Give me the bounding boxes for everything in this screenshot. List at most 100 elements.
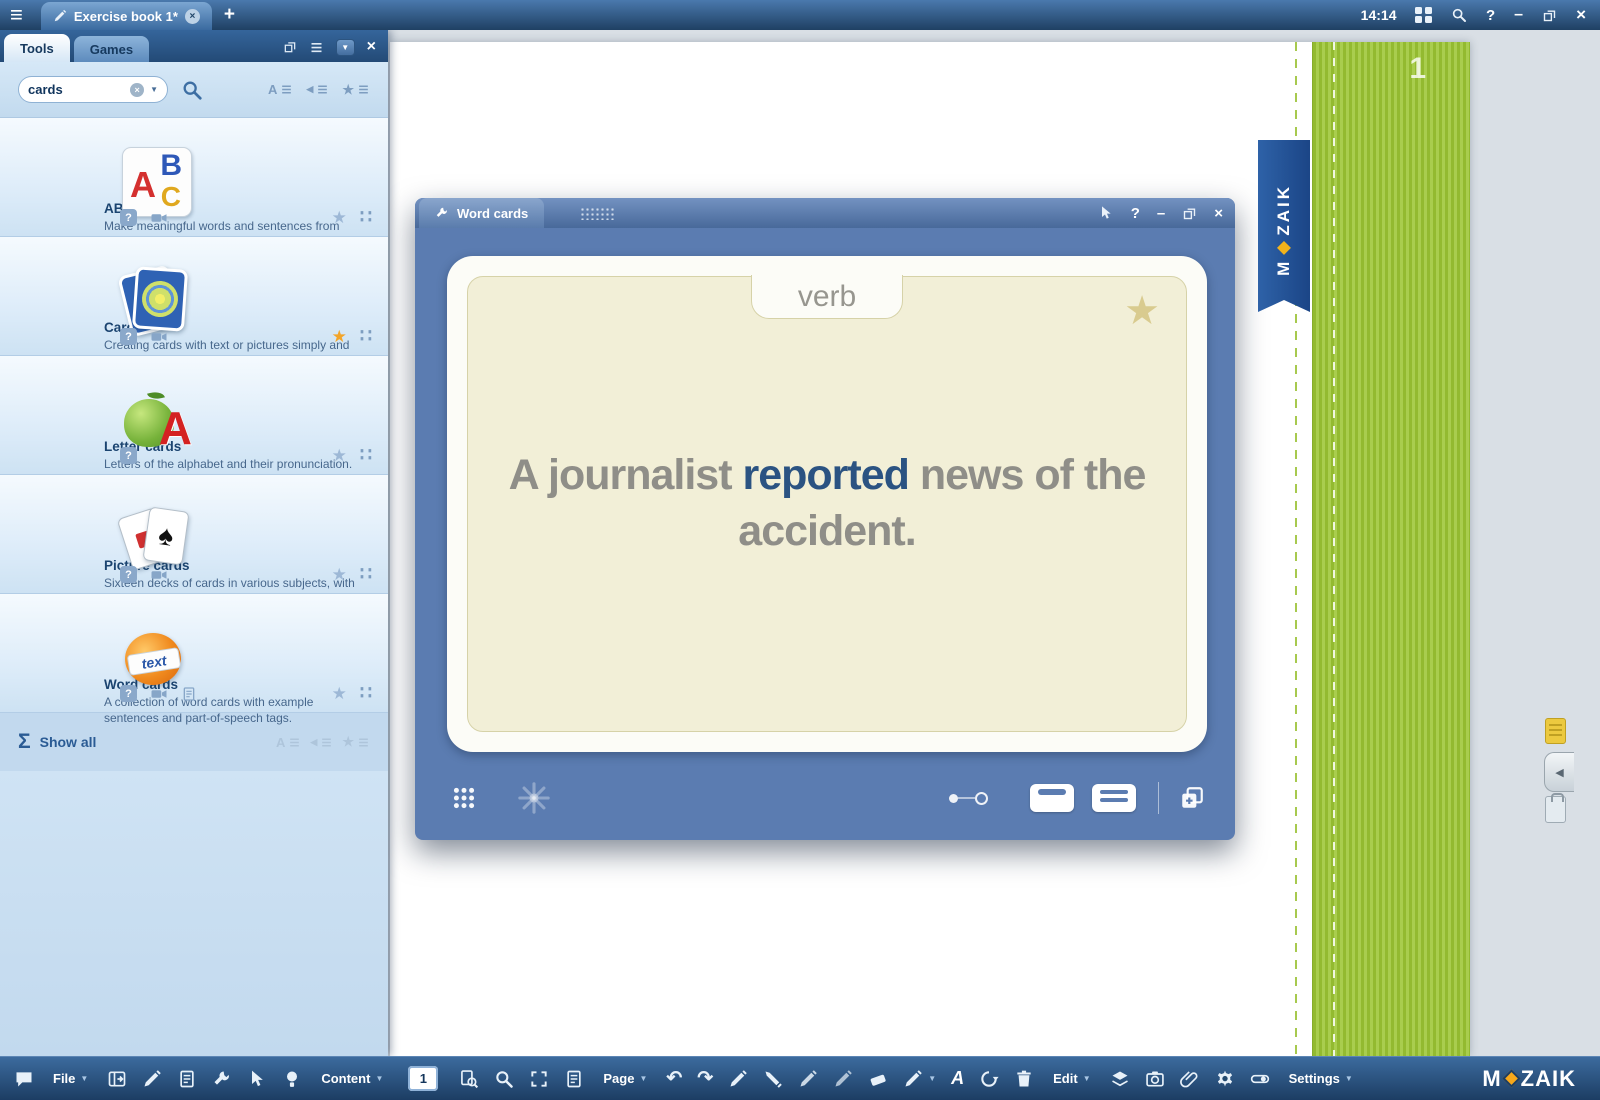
pointer-mode-icon[interactable] bbox=[1098, 205, 1114, 221]
close-panel-icon[interactable]: × bbox=[367, 38, 376, 56]
global-search-icon[interactable] bbox=[1451, 7, 1467, 23]
open-variants-icon[interactable]: ∷ bbox=[360, 208, 372, 227]
sort-type-icon[interactable]: ◀ bbox=[306, 83, 329, 96]
attachment-icon[interactable] bbox=[1180, 1069, 1200, 1089]
page-number-input[interactable]: 1 bbox=[408, 1066, 438, 1091]
favorite-star-icon[interactable]: ★ bbox=[332, 685, 347, 702]
brush-icon[interactable] bbox=[903, 1069, 923, 1089]
marker-icon[interactable] bbox=[833, 1069, 853, 1089]
restore-window-icon[interactable] bbox=[1542, 8, 1557, 23]
text-tool-icon[interactable]: A bbox=[951, 1068, 964, 1089]
mozaik-ribbon[interactable]: M◆ZAIK bbox=[1258, 140, 1310, 312]
card-front-view-icon[interactable] bbox=[1030, 784, 1074, 812]
notes-icon[interactable] bbox=[177, 1069, 197, 1089]
tool-video-icon[interactable] bbox=[150, 685, 168, 703]
zoom-icon[interactable] bbox=[494, 1069, 514, 1089]
tool-item-picture-cards[interactable]: ♠ Picture cards Sixteen decks of cards i… bbox=[0, 475, 388, 594]
card-grid-view-icon[interactable] bbox=[451, 785, 477, 811]
detach-panel-icon[interactable] bbox=[283, 40, 297, 54]
tool-video-icon[interactable] bbox=[150, 209, 168, 227]
toggle-switch-icon[interactable] bbox=[1250, 1069, 1270, 1089]
highlighter-icon[interactable] bbox=[763, 1069, 783, 1089]
search-icon[interactable] bbox=[181, 79, 203, 101]
search-input[interactable]: cards × ▼ bbox=[18, 76, 168, 103]
panel-dropdown-icon[interactable]: ▼ bbox=[336, 39, 355, 56]
pointer-tool-icon[interactable] bbox=[247, 1069, 267, 1089]
apps-grid-icon[interactable] bbox=[1415, 7, 1432, 24]
redo-icon[interactable]: ↷ bbox=[697, 1069, 713, 1088]
clear-search-icon[interactable]: × bbox=[130, 83, 144, 97]
ballpoint-pen-icon[interactable] bbox=[798, 1069, 818, 1089]
trash-icon[interactable] bbox=[1014, 1069, 1034, 1089]
tool-item-abc-table[interactable]: A B C ABC table Make meaningful words an… bbox=[0, 118, 388, 237]
main-menu-icon[interactable]: ≡ bbox=[0, 0, 33, 30]
undo-icon[interactable]: ↶ bbox=[666, 1069, 682, 1088]
sort-type-icon[interactable]: ◀ bbox=[310, 736, 333, 749]
idea-lamp-icon[interactable] bbox=[282, 1069, 302, 1089]
tool-help-icon[interactable]: ? bbox=[120, 209, 137, 226]
page-menu[interactable]: Page▼ bbox=[603, 1071, 647, 1086]
word-cards-titlebar[interactable]: Word cards ? – × bbox=[415, 198, 1235, 228]
document-tab[interactable]: Exercise book 1* × bbox=[41, 2, 212, 30]
sort-favorites-icon[interactable]: ★ bbox=[342, 734, 370, 750]
new-tab-icon[interactable]: + bbox=[212, 0, 247, 30]
tool-help-icon[interactable]: ? bbox=[120, 447, 137, 464]
sticky-note-handle[interactable] bbox=[1545, 718, 1566, 744]
drag-handle-icon[interactable] bbox=[580, 207, 616, 220]
help-icon[interactable]: ? bbox=[1486, 7, 1495, 24]
search-history-icon[interactable]: ▼ bbox=[150, 85, 158, 94]
tool-help-icon[interactable]: ? bbox=[120, 328, 137, 345]
window-maximize-icon[interactable] bbox=[1182, 206, 1197, 221]
window-minimize-icon[interactable]: – bbox=[1157, 205, 1165, 222]
page-preview-icon[interactable] bbox=[459, 1069, 479, 1089]
card-back-view-icon[interactable] bbox=[1092, 784, 1136, 812]
window-close-icon[interactable]: × bbox=[1214, 205, 1223, 222]
card-pager[interactable] bbox=[949, 792, 988, 805]
settings-menu[interactable]: Settings▼ bbox=[1289, 1071, 1353, 1086]
tab-tools[interactable]: Tools bbox=[4, 34, 70, 62]
shape-recognition-icon[interactable] bbox=[979, 1069, 999, 1089]
tool-video-icon[interactable] bbox=[150, 328, 168, 346]
tool-item-cards[interactable]: Cards Creating cards with text or pictur… bbox=[0, 237, 388, 356]
side-panel-arrow-tab[interactable]: ◀ bbox=[1544, 752, 1574, 792]
list-view-icon[interactable] bbox=[309, 40, 324, 55]
open-variants-icon[interactable]: ∷ bbox=[360, 446, 372, 465]
handwriting-icon[interactable] bbox=[142, 1069, 162, 1089]
sort-alpha-icon[interactable]: A bbox=[276, 735, 301, 750]
edit-menu[interactable]: Edit▼ bbox=[1053, 1071, 1090, 1086]
favorite-star-icon[interactable]: ★ bbox=[332, 328, 347, 345]
favorite-star-icon[interactable]: ★ bbox=[332, 447, 347, 464]
pen-icon[interactable] bbox=[728, 1069, 748, 1089]
content-menu[interactable]: Content▼ bbox=[321, 1071, 383, 1086]
fit-page-icon[interactable] bbox=[529, 1069, 549, 1089]
sort-favorites-icon[interactable]: ★ bbox=[342, 82, 370, 98]
import-panel-icon[interactable] bbox=[107, 1069, 127, 1089]
eraser-icon[interactable] bbox=[868, 1069, 888, 1089]
gear-icon[interactable] bbox=[1215, 1069, 1235, 1089]
tool-video-icon[interactable] bbox=[150, 566, 168, 584]
favorite-star-icon[interactable]: ★ bbox=[332, 566, 347, 583]
brush-options-icon[interactable]: ▼ bbox=[928, 1074, 936, 1083]
tab-games[interactable]: Games bbox=[74, 36, 149, 62]
camera-icon[interactable] bbox=[1145, 1069, 1165, 1089]
tool-item-word-cards[interactable]: text Word cards A collection of word car… bbox=[0, 594, 388, 713]
tool-help-icon[interactable]: ? bbox=[120, 685, 137, 702]
window-help-icon[interactable]: ? bbox=[1131, 205, 1140, 222]
open-variants-icon[interactable]: ∷ bbox=[360, 327, 372, 346]
open-variants-icon[interactable]: ∷ bbox=[360, 684, 372, 703]
clipboard-handle[interactable] bbox=[1545, 796, 1566, 823]
tool-examples-icon[interactable] bbox=[181, 686, 197, 702]
sort-alpha-icon[interactable]: A bbox=[268, 82, 293, 97]
card-star-icon[interactable]: ★ bbox=[1124, 291, 1160, 331]
tool-help-icon[interactable]: ? bbox=[120, 566, 137, 583]
tools-wrench-icon[interactable] bbox=[212, 1069, 232, 1089]
tool-item-letter-cards[interactable]: A Letter cards Letters of the alphabet a… bbox=[0, 356, 388, 475]
open-variants-icon[interactable]: ∷ bbox=[360, 565, 372, 584]
page-sorter-icon[interactable] bbox=[564, 1069, 584, 1089]
new-card-icon[interactable] bbox=[1179, 785, 1205, 811]
close-app-icon[interactable]: × bbox=[1576, 5, 1586, 25]
tab-close-icon[interactable]: × bbox=[185, 9, 200, 24]
favorite-star-icon[interactable]: ★ bbox=[332, 209, 347, 226]
file-menu[interactable]: File▼ bbox=[53, 1071, 88, 1086]
comment-icon[interactable] bbox=[14, 1069, 34, 1089]
